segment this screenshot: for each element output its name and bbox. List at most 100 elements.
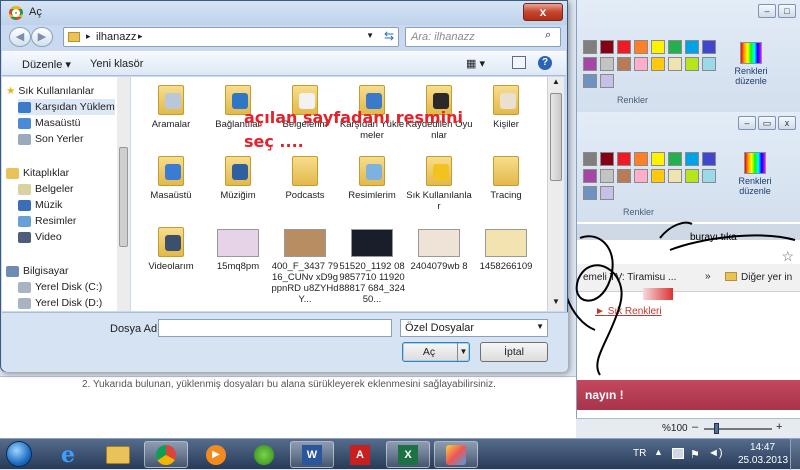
address-dropdown-icon[interactable]: ▼ (366, 31, 374, 40)
folder-item[interactable]: Videolarım (137, 223, 205, 272)
preview-pane-icon[interactable] (512, 56, 526, 69)
dialog-titlebar[interactable]: Aç x (1, 1, 567, 25)
color-swatch[interactable] (702, 152, 716, 166)
minimize-icon[interactable]: – (738, 116, 756, 130)
color-swatch[interactable] (617, 152, 631, 166)
nav-item-music[interactable]: Müzik (18, 197, 62, 213)
close-icon[interactable]: x (778, 116, 796, 130)
nav-scrollbar[interactable] (117, 77, 130, 311)
edit-colors-button[interactable]: Renkleri düzenle (733, 152, 777, 196)
taskbar-media-player-icon[interactable]: ▶ (194, 441, 238, 468)
zoom-slider-thumb[interactable] (714, 423, 719, 434)
cancel-button[interactable]: İptal (480, 342, 548, 362)
taskbar-messenger-icon[interactable] (242, 441, 286, 468)
color-swatch[interactable] (702, 40, 716, 54)
color-swatch[interactable] (668, 57, 682, 71)
color-swatch[interactable] (634, 57, 648, 71)
nav-item-desktop[interactable]: Masaüstü (18, 115, 81, 131)
tray-expand-icon[interactable]: ▲ (654, 447, 663, 457)
nav-item-documents[interactable]: Belgeler (18, 181, 74, 197)
clock-date[interactable]: 25.03.2013 (738, 455, 788, 466)
color-palette[interactable] (583, 40, 716, 88)
color-swatch[interactable] (651, 57, 665, 71)
color-swatch[interactable] (583, 40, 597, 54)
minimize-icon[interactable]: – (758, 4, 776, 18)
color-swatch[interactable] (583, 74, 597, 88)
filename-input[interactable] (158, 319, 392, 337)
color-swatch[interactable] (685, 169, 699, 183)
view-options-icon[interactable]: ▦ ▾ (466, 57, 485, 70)
search-input[interactable]: Ara: ilhanazz (405, 27, 561, 47)
address-bar[interactable]: ▸ ilhanazz ▸ ▼ ⇆ (63, 27, 399, 47)
nav-item-drive-d[interactable]: Yerel Disk (D:) (18, 295, 102, 311)
image-file-item[interactable]: 400_F_3437 7916_CUNv xD9gppnRD u8ZYHdY..… (271, 223, 339, 305)
volume-icon[interactable]: ◄) (708, 447, 723, 459)
color-swatch[interactable] (634, 40, 648, 54)
taskbar-excel-icon[interactable]: X (386, 441, 430, 468)
nav-scrollbar-thumb[interactable] (119, 147, 128, 247)
color-swatch[interactable] (600, 74, 614, 88)
close-button[interactable]: x (523, 3, 563, 21)
nav-favorites-header[interactable]: ★ Sık Kullanılanlar (6, 83, 94, 99)
nav-item-pictures[interactable]: Resimler (18, 213, 76, 229)
image-file-item[interactable]: 1458266109 (472, 223, 540, 272)
image-file-item[interactable]: 51520_1192 089857710 1192088817 684_3245… (338, 223, 406, 305)
zoom-out-button[interactable]: – (692, 421, 698, 433)
file-list-scrollbar[interactable]: ▲ ▼ (547, 77, 564, 311)
color-swatch[interactable] (634, 152, 648, 166)
image-file-item[interactable]: 2404079wb 8 (405, 223, 473, 272)
nav-computer-header[interactable]: Bilgisayar (6, 263, 69, 279)
open-button[interactable]: Aç ▼ (402, 342, 470, 362)
folder-item[interactable]: Masaüstü (137, 152, 205, 201)
open-split-arrow-icon[interactable]: ▼ (457, 343, 469, 361)
taskbar-paint-icon[interactable] (434, 441, 478, 468)
forward-button[interactable]: ▶ (31, 27, 53, 47)
color-swatch[interactable] (668, 40, 682, 54)
color-swatch[interactable] (668, 152, 682, 166)
color-swatch[interactable] (583, 152, 597, 166)
color-swatch[interactable] (600, 169, 614, 183)
color-swatch[interactable] (651, 40, 665, 54)
filetype-select[interactable]: Özel Dosyalar ▼ (400, 319, 548, 337)
color-swatch[interactable] (600, 40, 614, 54)
color-swatch[interactable] (617, 57, 631, 71)
color-swatch[interactable] (685, 57, 699, 71)
nav-libraries-header[interactable]: Kitaplıklar (6, 165, 69, 181)
taskbar-internet-explorer-icon[interactable]: e (46, 441, 90, 468)
color-swatch[interactable] (600, 57, 614, 71)
color-swatch[interactable] (583, 186, 597, 200)
zoom-in-button[interactable]: + (776, 421, 782, 433)
organize-menu[interactable]: Düzenle ▾ (22, 58, 71, 71)
image-file-item[interactable]: 15mq8pm (204, 223, 272, 272)
network-icon[interactable] (672, 448, 684, 459)
color-swatch[interactable] (702, 169, 716, 183)
folder-item[interactable]: Kişiler (472, 81, 540, 130)
nav-item-drive-c[interactable]: Yerel Disk (C:) (18, 279, 102, 295)
edit-colors-button[interactable]: Renkleri düzenle (729, 42, 773, 86)
color-swatch[interactable] (617, 169, 631, 183)
color-swatch[interactable] (685, 40, 699, 54)
folder-item[interactable]: Resimlerim (338, 152, 406, 201)
paint-window-controls[interactable]: – □ (758, 4, 796, 18)
color-swatch[interactable] (634, 169, 648, 183)
color-swatch[interactable] (583, 169, 597, 183)
refresh-icon[interactable]: ⇆ (384, 29, 394, 43)
folder-item[interactable]: Tracing (472, 152, 540, 201)
color-swatch[interactable] (583, 57, 597, 71)
color-swatch[interactable] (651, 152, 665, 166)
taskbar-acrobat-icon[interactable]: A (338, 441, 382, 468)
clock-time[interactable]: 14:47 (750, 442, 775, 453)
color-swatch[interactable] (600, 186, 614, 200)
folder-item[interactable]: Podcasts (271, 152, 339, 201)
taskbar-file-explorer-icon[interactable] (96, 441, 140, 468)
scroll-up-icon[interactable]: ▲ (548, 77, 564, 91)
help-icon[interactable]: ? (538, 56, 552, 70)
taskbar-word-icon[interactable]: W (290, 441, 334, 468)
language-indicator[interactable]: TR (633, 448, 646, 459)
folder-item[interactable]: Müziğim (204, 152, 272, 201)
color-swatch[interactable] (702, 57, 716, 71)
color-swatch[interactable] (617, 40, 631, 54)
back-button[interactable]: ◀ (9, 27, 31, 47)
paint-window-controls[interactable]: – ▭ x (738, 116, 796, 130)
color-swatch[interactable] (600, 152, 614, 166)
